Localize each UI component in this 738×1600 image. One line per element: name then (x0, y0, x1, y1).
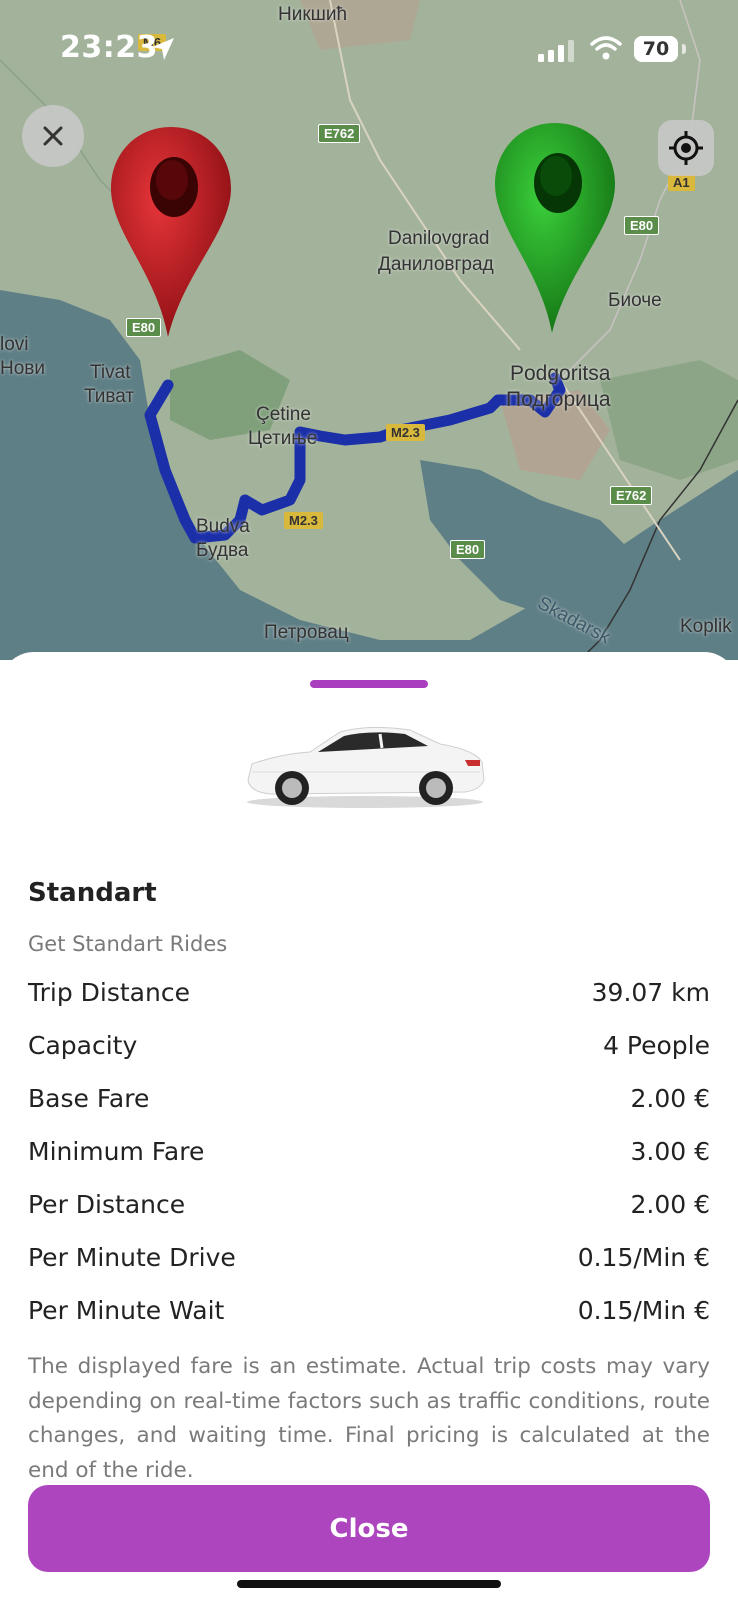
detail-value: 39.07 km (591, 978, 710, 1007)
status-bar: 23:23 70 (0, 0, 738, 100)
detail-row-base-fare: Base Fare 2.00 € (28, 1084, 710, 1124)
status-time: 23:23 (60, 30, 158, 65)
place-label: lovi (0, 334, 29, 355)
place-label: Budva (196, 516, 250, 537)
place-label: Koplik (680, 616, 732, 637)
road-shield: A1 (668, 174, 695, 191)
road-shield: E762 (318, 124, 361, 143)
detail-value: 0.15/Min € (577, 1296, 710, 1325)
location-arrow-icon (152, 38, 174, 60)
wifi-icon (590, 36, 622, 60)
road-shield: E80 (624, 216, 660, 235)
road-shield: M2.3 (284, 512, 323, 529)
place-label: Danilovgrad (388, 228, 490, 249)
close-map-button[interactable] (22, 105, 84, 167)
detail-row-per-minute-wait: Per Minute Wait 0.15/Min € (28, 1296, 710, 1336)
car-image (240, 722, 490, 817)
road-shield: E762 (610, 486, 653, 505)
detail-row-capacity: Capacity 4 People (28, 1031, 710, 1071)
detail-row-minimum-fare: Minimum Fare 3.00 € (28, 1137, 710, 1177)
pickup-pin-icon (106, 122, 236, 347)
place-label: Будва (196, 540, 249, 561)
battery-level: 70 (634, 36, 678, 62)
place-label: Подгорица (506, 388, 611, 411)
detail-row-per-minute-drive: Per Minute Drive 0.15/Min € (28, 1243, 710, 1283)
road-shield: M2.3 (386, 424, 425, 441)
place-label: Podgoritsa (510, 362, 611, 385)
fare-disclaimer: The displayed fare is an estimate. Actua… (28, 1354, 710, 1483)
road-shield: E80 (450, 540, 486, 559)
detail-row-per-distance: Per Distance 2.00 € (28, 1190, 710, 1230)
my-location-button[interactable] (658, 120, 714, 176)
place-label: Цетиње (248, 428, 318, 449)
detail-label: Base Fare (28, 1084, 150, 1113)
place-label: Даниловград (378, 254, 494, 275)
close-button[interactable]: Close (28, 1485, 710, 1572)
detail-value: 3.00 € (630, 1137, 710, 1166)
detail-value: 0.15/Min € (577, 1243, 710, 1272)
detail-value: 2.00 € (630, 1084, 710, 1113)
detail-value: 4 People (603, 1031, 710, 1060)
detail-label: Minimum Fare (28, 1137, 205, 1166)
detail-label: Capacity (28, 1031, 138, 1060)
detail-label: Per Distance (28, 1190, 186, 1219)
sheet-drag-handle[interactable] (310, 680, 428, 688)
detail-label: Per Minute Drive (28, 1243, 236, 1272)
battery-tip (682, 44, 686, 54)
close-icon (43, 126, 63, 146)
vehicle-name: Standart (28, 878, 157, 908)
vehicle-description: Get Standart Rides (28, 932, 228, 956)
detail-label: Trip Distance (28, 978, 190, 1007)
place-label: Çetine (256, 404, 311, 425)
detail-label: Per Minute Wait (28, 1296, 225, 1325)
place-label: Tivat (90, 362, 131, 383)
crosshair-icon (669, 131, 703, 165)
dropoff-pin-icon (490, 118, 620, 343)
detail-row-trip-distance: Trip Distance 39.07 km (28, 978, 710, 1018)
place-label: Тиват (84, 386, 135, 407)
detail-value: 2.00 € (630, 1190, 710, 1219)
cellular-signal-icon (538, 40, 574, 62)
place-label: Нови (0, 358, 45, 379)
home-indicator[interactable] (237, 1580, 501, 1588)
place-label: Петровац (264, 622, 349, 643)
